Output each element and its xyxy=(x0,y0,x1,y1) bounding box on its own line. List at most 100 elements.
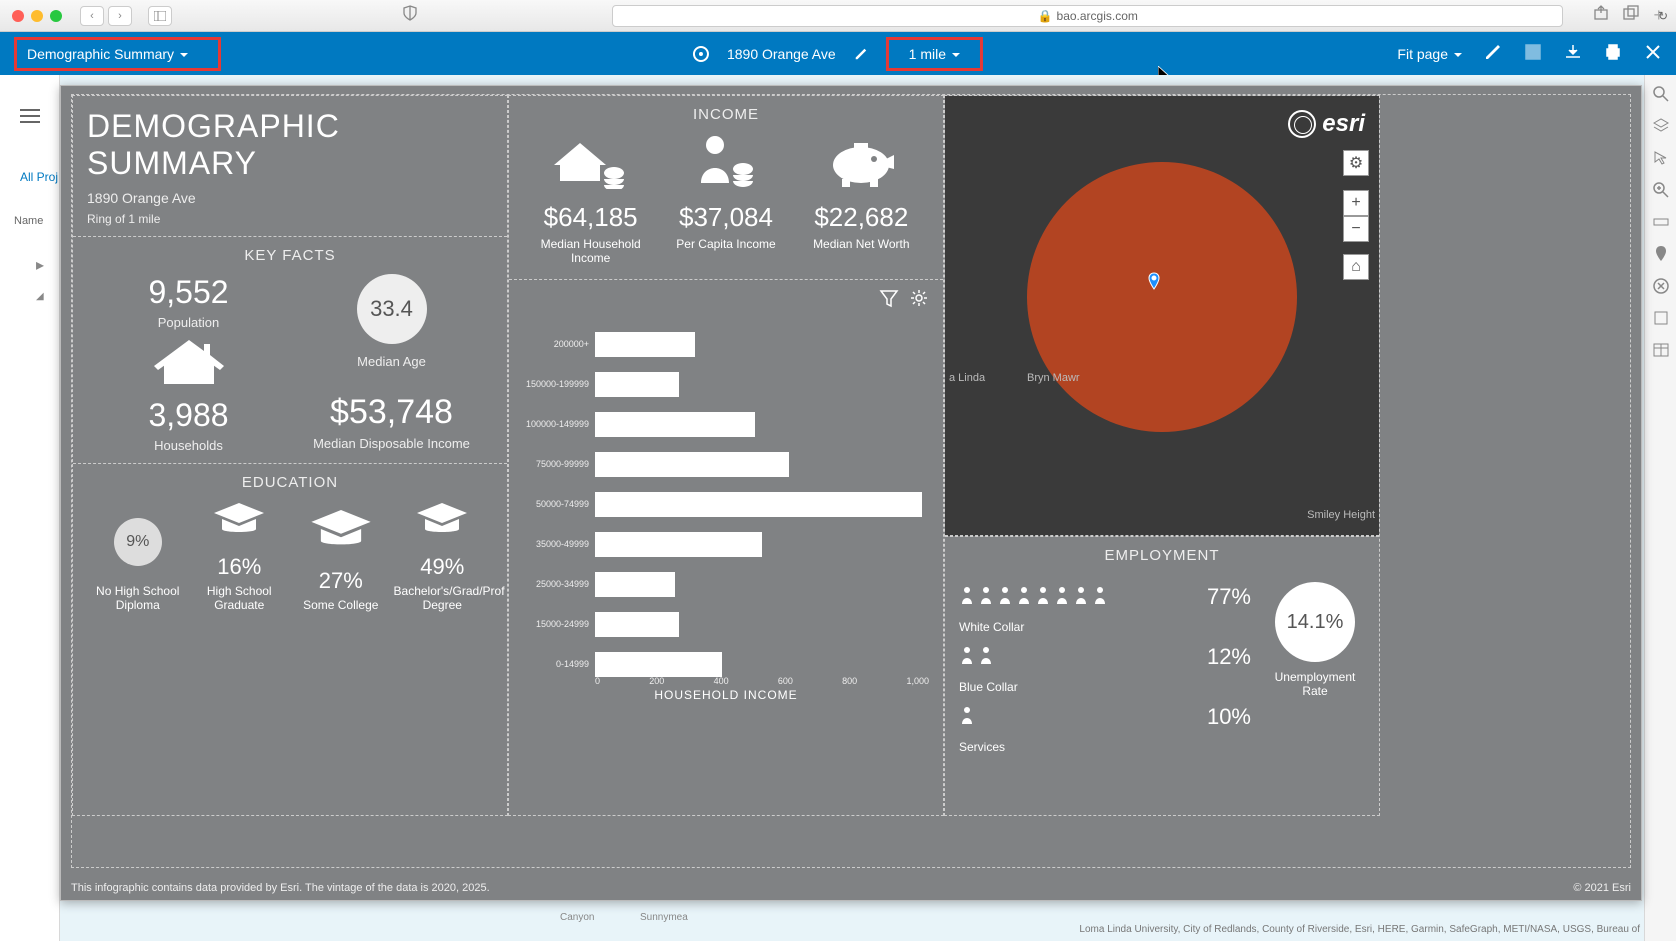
map-credits: Loma Linda University, City of Redlands,… xyxy=(1079,924,1640,935)
location-label: 1890 Orange Ave xyxy=(727,46,836,62)
footer-copyright: © 2021 Esri xyxy=(1573,882,1631,894)
households-label: Households xyxy=(87,438,290,453)
back-button[interactable]: ‹ xyxy=(80,6,104,26)
median-age-label: Median Age xyxy=(290,354,493,369)
map-label-2: Bryn Mawr xyxy=(1027,372,1080,384)
graduation-cap-icon xyxy=(415,501,469,537)
map[interactable]: a Linda Bryn Mawr Smiley Height xyxy=(945,96,1379,535)
clear-icon[interactable] xyxy=(1652,277,1670,295)
shield-icon[interactable] xyxy=(402,5,422,26)
search-icon[interactable] xyxy=(1652,85,1670,103)
target-icon xyxy=(693,46,709,62)
tabs-icon[interactable] xyxy=(1623,5,1639,26)
right-rail xyxy=(1644,75,1676,941)
chart-title: HOUSEHOLD INCOME xyxy=(509,688,943,702)
households-value: 3,988 xyxy=(87,397,290,434)
piggy-bank-icon xyxy=(824,133,898,189)
unemployment-label: Unemployment Rate xyxy=(1265,670,1365,698)
edu-2-label: Some College xyxy=(292,598,389,612)
employment-heading: EMPLOYMENT xyxy=(959,547,1365,564)
map-label-3: Smiley Height xyxy=(1307,509,1375,521)
chart-row-label: 75000-99999 xyxy=(523,459,595,469)
measure-icon[interactable] xyxy=(1652,213,1670,231)
chart-row-label: 50000-74999 xyxy=(523,499,595,509)
chart-settings-icon[interactable] xyxy=(909,288,929,313)
forward-button[interactable]: › xyxy=(108,6,132,26)
app-toolbar: Demographic Summary 1890 Orange Ave 1 mi… xyxy=(0,32,1676,75)
close-window-button[interactable] xyxy=(12,10,24,22)
maximize-window-button[interactable] xyxy=(50,10,62,22)
expand-row-1-icon[interactable]: ▸ xyxy=(36,255,44,275)
hamburger-icon[interactable] xyxy=(20,105,40,127)
chart-row-label: 100000-149999 xyxy=(523,419,595,429)
open-external-icon[interactable] xyxy=(1524,43,1542,64)
infographic-ring: Ring of 1 mile xyxy=(87,212,493,226)
infographic-panel: DEMOGRAPHIC SUMMARY 1890 Orange Ave Ring… xyxy=(60,85,1642,901)
person-icon xyxy=(1073,586,1089,604)
person-icon xyxy=(959,646,975,664)
select-icon[interactable] xyxy=(1652,149,1670,167)
edit-icon[interactable] xyxy=(1484,43,1502,64)
education-heading: EDUCATION xyxy=(87,474,493,491)
expand-row-2-icon[interactable]: ◢ xyxy=(36,291,44,302)
edu-3-label: Bachelor's/Grad/Prof Degree xyxy=(394,584,491,613)
person-money-icon xyxy=(689,133,763,189)
radius-dropdown[interactable]: 1 mile xyxy=(886,37,983,71)
person-icon xyxy=(1016,586,1032,604)
report-type-dropdown[interactable]: Demographic Summary xyxy=(14,37,221,71)
minimize-window-button[interactable] xyxy=(31,10,43,22)
sidebar-toggle-button[interactable] xyxy=(148,6,172,26)
income-0-value: $64,185 xyxy=(526,202,656,233)
white-collar-pct: 77% xyxy=(1191,584,1251,610)
services-pct: 10% xyxy=(1191,704,1251,730)
url-text: bao.arcgis.com xyxy=(1057,9,1138,23)
house-icon xyxy=(154,336,224,386)
pin-icon[interactable] xyxy=(1652,245,1670,263)
person-icon xyxy=(959,586,975,604)
map-ring xyxy=(1027,162,1297,432)
unemployment-pct: 14.1% xyxy=(1275,582,1355,662)
layers-icon[interactable] xyxy=(1652,117,1670,135)
chart-row-label: 0-14999 xyxy=(523,659,595,669)
bookmark-icon[interactable] xyxy=(1652,309,1670,327)
zoom-in-icon[interactable] xyxy=(1652,181,1670,199)
filter-icon[interactable] xyxy=(879,288,899,313)
export-icon[interactable] xyxy=(1564,43,1582,64)
share-icon[interactable] xyxy=(1593,5,1609,26)
key-facts-heading: KEY FACTS xyxy=(87,247,493,264)
reload-icon[interactable]: ↻ xyxy=(1658,9,1668,23)
edu-0-pct: 9% xyxy=(114,518,162,566)
blue-collar-icons xyxy=(959,646,1191,669)
chart-bar xyxy=(595,652,722,677)
window-controls xyxy=(12,10,62,22)
lock-icon: 🔒 xyxy=(1038,9,1053,23)
white-collar-icons xyxy=(959,586,1191,609)
edu-0-label: No High School Diploma xyxy=(89,584,186,613)
table-icon[interactable] xyxy=(1652,341,1670,359)
person-icon xyxy=(1054,586,1070,604)
person-icon xyxy=(978,586,994,604)
infographic-title: DEMOGRAPHIC SUMMARY xyxy=(87,108,493,182)
disposable-income-label: Median Disposable Income xyxy=(290,436,493,451)
income-2-label: Median Net Worth xyxy=(796,237,926,251)
chart-row-label: 200000+ xyxy=(523,339,595,349)
fit-page-dropdown[interactable]: Fit page xyxy=(1397,46,1462,62)
background-map-label-2: Canyon xyxy=(560,912,594,923)
all-projects-link[interactable]: All Proj xyxy=(20,170,58,184)
close-button[interactable] xyxy=(1644,43,1662,64)
person-icon xyxy=(1092,586,1108,604)
middle-column: INCOME $64,185 Median Household Income $… xyxy=(508,95,944,816)
report-type-label: Demographic Summary xyxy=(27,46,188,62)
map-pin-icon xyxy=(1145,272,1163,290)
chart-bar xyxy=(595,612,679,637)
chart-row-label: 150000-199999 xyxy=(523,379,595,389)
services-label: Services xyxy=(959,740,1251,754)
edit-location-button[interactable] xyxy=(854,47,868,61)
person-icon xyxy=(959,706,975,724)
right-column: esri ⚙ + − ⌂ a Linda Bryn Mawr Smiley He… xyxy=(944,95,1380,816)
person-icon xyxy=(997,586,1013,604)
print-icon[interactable] xyxy=(1604,43,1622,64)
house-money-icon xyxy=(554,133,628,189)
services-icons xyxy=(959,706,1191,729)
address-bar[interactable]: 🔒 bao.arcgis.com ↻ xyxy=(612,5,1563,27)
